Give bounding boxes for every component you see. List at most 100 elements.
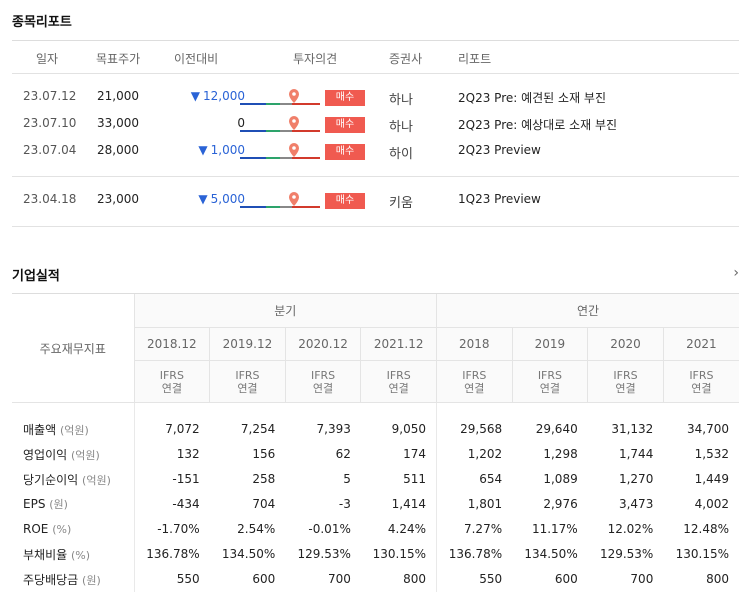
ifrs-header: IFRS 연결 bbox=[511, 360, 588, 403]
financial-value: 258 bbox=[252, 472, 276, 486]
financial-value: 29,640 bbox=[535, 422, 578, 437]
financial-value: 12.02% bbox=[607, 522, 654, 536]
opinion-buy-badge: 매수 bbox=[325, 90, 365, 106]
financials-section-title: 기업실적 bbox=[12, 269, 60, 284]
ifrs-header: IFRS 연결 bbox=[360, 360, 437, 403]
ifrs-header: IFRS 연결 bbox=[209, 360, 286, 403]
consolidated-label: 연결 bbox=[691, 381, 712, 395]
financial-value: 156 bbox=[252, 447, 276, 461]
report-title-link[interactable]: 2Q23 Pre: 예견된 소재 부진 bbox=[458, 89, 606, 106]
financial-value: 600 bbox=[554, 572, 578, 586]
opinion-buy-badge: 매수 bbox=[325, 193, 365, 209]
financial-row-label: ROE (%) bbox=[12, 517, 134, 542]
indicator-unit: (억원) bbox=[71, 448, 100, 462]
ifrs-header: IFRS 연결 bbox=[436, 360, 513, 403]
opinion-gauge-icon bbox=[240, 88, 320, 108]
financial-row: 부채비율 (%) 136.78% 134.50% 129.53% 130.15% 136.… bbox=[12, 541, 739, 567]
financial-row-label: EPS (원) bbox=[12, 492, 134, 517]
financial-value: 1,089 bbox=[543, 472, 578, 486]
financial-value: 7,072 bbox=[133, 402, 210, 442]
indicator-name: 주당배당금 bbox=[23, 572, 79, 587]
consolidated-label: 연결 bbox=[161, 381, 182, 395]
financial-value: 4,002 bbox=[694, 497, 729, 511]
opinion-gauge-icon bbox=[240, 115, 320, 135]
financial-row: 주당배당금 (원) 550 600 700 800 550 600 700 800 bbox=[12, 566, 739, 592]
indicator-unit: (%) bbox=[71, 548, 91, 562]
financial-row: 매출액 (억원) 7,072 7,254 7,393 9,050 29,568 29,640… bbox=[12, 402, 739, 442]
financial-value: 12.48% bbox=[683, 522, 729, 536]
financial-value: -3 bbox=[338, 497, 351, 511]
financial-value: -434 bbox=[133, 491, 210, 517]
report-diff-value: 12,000 bbox=[203, 89, 245, 103]
indicator-unit: (원) bbox=[49, 498, 68, 511]
opinion-buy-badge: 매수 bbox=[325, 144, 365, 160]
report-row[interactable]: 23.07.12 21,000 ▼ 12,000 매수 하나 2Q23 Pre: 예견된 소… bbox=[12, 85, 739, 111]
col-report: 리포트 bbox=[458, 52, 492, 66]
down-arrow-icon: ▼ bbox=[198, 143, 208, 157]
financial-row-label: 당기순이익 (억원) bbox=[12, 467, 134, 492]
col-broker: 증권사 bbox=[389, 52, 423, 66]
financial-value: 130.15% bbox=[675, 547, 729, 561]
financial-value: 7,393 bbox=[316, 422, 351, 437]
financial-row-label: 주당배당금 (원) bbox=[12, 567, 134, 592]
financial-value: -151 bbox=[133, 466, 210, 492]
report-title-link[interactable]: 1Q23 Preview bbox=[458, 192, 541, 206]
financial-value: 134.50% bbox=[524, 547, 578, 561]
financial-row: ROE (%) -1.70% 2.54% -0.01% 4.24% 7.27% 11.17%… bbox=[12, 516, 739, 542]
ifrs-label: IFRS bbox=[386, 368, 411, 382]
opinion-gauge-icon bbox=[240, 142, 320, 162]
financial-value: 1,801 bbox=[436, 491, 513, 517]
period-header: 2019 bbox=[511, 327, 588, 361]
financial-value: 29,568 bbox=[436, 402, 513, 442]
main-indicator-header: 주요재무지표 bbox=[12, 293, 135, 403]
financial-value: 132 bbox=[133, 441, 210, 467]
financial-value: 31,132 bbox=[611, 422, 654, 437]
report-broker: 하나 bbox=[389, 120, 413, 135]
period-header: 2018.12 bbox=[133, 327, 210, 361]
report-target-price: 28,000 bbox=[97, 143, 139, 157]
financial-value: 9,050 bbox=[391, 422, 426, 437]
period-header: 2020 bbox=[587, 327, 664, 361]
col-diff: 이전대비 bbox=[174, 52, 219, 66]
report-row[interactable]: 23.07.04 28,000 ▼ 1,000 매수 하이 2Q23 Preview bbox=[12, 139, 739, 165]
indicator-unit: (원) bbox=[82, 573, 101, 587]
financial-value: 7,254 bbox=[240, 422, 276, 437]
ifrs-label: IFRS bbox=[235, 368, 260, 382]
down-arrow-icon: ▼ bbox=[190, 89, 200, 103]
period-header: 2020.12 bbox=[284, 327, 361, 361]
financial-value: 800 bbox=[706, 572, 729, 586]
report-diff: ▼ 12,000 bbox=[162, 89, 245, 103]
chevron-right-icon[interactable]: › bbox=[733, 265, 739, 281]
financial-value: 1,532 bbox=[694, 447, 729, 461]
financial-value: 600 bbox=[252, 572, 276, 586]
ifrs-label: IFRS bbox=[310, 368, 336, 382]
financial-value: 704 bbox=[252, 497, 276, 511]
report-title-link[interactable]: 2Q23 Pre: 예상대로 소재 부진 bbox=[458, 116, 617, 133]
consolidated-label: 연결 bbox=[388, 381, 409, 395]
financial-value: 511 bbox=[403, 472, 426, 486]
ifrs-label: IFRS bbox=[537, 368, 563, 382]
report-row[interactable]: 23.07.10 33,000 0 매수 하나 2Q23 Pre: 예상대로 소재 부진 bbox=[12, 112, 739, 138]
opinion-buy-badge: 매수 bbox=[325, 117, 365, 133]
report-title-link[interactable]: 2Q23 Preview bbox=[458, 143, 541, 157]
report-diff: ▼ 1,000 bbox=[162, 143, 245, 157]
indicator-name: 부채비율 bbox=[23, 547, 68, 562]
financial-value: -1.70% bbox=[133, 516, 210, 542]
financial-row-label: 영업이익 (억원) bbox=[12, 442, 134, 467]
financial-value: 800 bbox=[403, 572, 426, 586]
financial-value: 654 bbox=[436, 466, 513, 492]
financial-value: 3,473 bbox=[618, 497, 654, 511]
financial-value: 1,449 bbox=[694, 472, 729, 486]
financial-value: 550 bbox=[133, 566, 210, 592]
financial-value: -0.01% bbox=[308, 522, 351, 536]
col-target: 목표주가 bbox=[96, 52, 141, 66]
annual-group-header: 연간 bbox=[436, 293, 739, 328]
report-row[interactable]: 23.04.18 23,000 ▼ 5,000 매수 키움 1Q23 Preview bbox=[12, 188, 739, 214]
financial-value: 1,270 bbox=[618, 472, 654, 486]
financial-value: 4.24% bbox=[387, 522, 426, 536]
report-divider bbox=[12, 176, 739, 177]
indicator-name: ROE bbox=[23, 522, 49, 536]
ifrs-header: IFRS 연결 bbox=[133, 360, 210, 403]
financial-value: 5 bbox=[343, 472, 351, 486]
financial-row: 당기순이익 (억원) -151 258 5 511 654 1,089 1,270 1,449 bbox=[12, 466, 739, 492]
